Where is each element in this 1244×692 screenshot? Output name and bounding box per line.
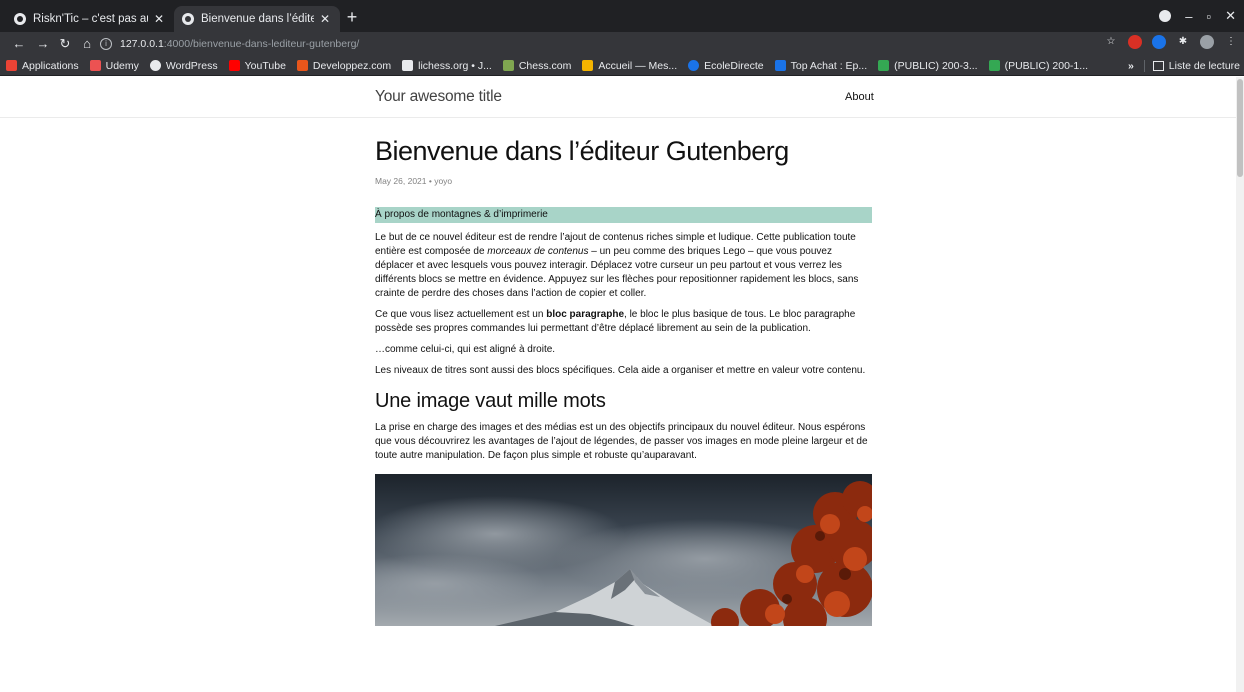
info-icon[interactable]: i — [100, 38, 112, 50]
site-header: Your awesome title About — [0, 77, 1236, 118]
post-article: Bienvenue dans l’éditeur Gutenberg May 2… — [375, 133, 872, 626]
close-icon[interactable]: ✕ — [152, 12, 166, 26]
url-path: :4000/bienvenue-dans-lediteur-gutenberg/ — [163, 38, 360, 50]
bookmark-label: Top Achat : Ep... — [790, 59, 868, 72]
bookmark-public-2[interactable]: (PUBLIC) 200-1... — [988, 59, 1089, 72]
post-meta: May 26, 2021 • yoyo — [375, 176, 453, 186]
tab-search-icon[interactable] — [1159, 10, 1172, 22]
page-scrollbar[interactable] — [1236, 77, 1244, 692]
menu-icon[interactable]: ⋮ — [1224, 35, 1238, 49]
new-tab-button[interactable]: + — [342, 7, 362, 27]
paragraph-text: Ce que vous lisez actuellement est un — [375, 309, 547, 320]
tab-title: Riskn'Tic – c'est pas autom — [33, 13, 148, 25]
bookmark-accueil[interactable]: Accueil — Mes... — [582, 60, 677, 72]
bookmark-label: Developpez.com — [312, 59, 392, 72]
puzzle-icon[interactable]: ✱ — [1176, 35, 1190, 49]
etu-icon — [582, 60, 594, 71]
bookmark-label: YouTube — [244, 59, 286, 72]
maximize-icon[interactable]: ▫ — [1206, 9, 1211, 24]
bookmark-label: Applications — [22, 59, 79, 72]
browser-toolbar: ← → ↻ ⌂ i 127.0.0.1:4000/bienvenue-dans-… — [0, 32, 1244, 56]
youtube-icon — [228, 60, 240, 71]
reload-icon[interactable]: ↻ — [56, 35, 74, 53]
paragraph-images: La prise en charge des images et des méd… — [375, 422, 868, 461]
bookmark-label: Accueil — Mes... — [598, 59, 678, 72]
close-icon[interactable]: ✕ — [318, 12, 332, 26]
back-icon[interactable]: ← — [10, 35, 28, 53]
bookmark-udemy[interactable]: Udemy — [89, 59, 139, 72]
tab-risknttic[interactable]: Riskn'Tic – c'est pas autom ✕ — [6, 6, 174, 32]
star-icon[interactable]: ☆ — [1104, 35, 1118, 49]
bookmark-label: lichess.org • J... — [418, 59, 492, 72]
chess-icon — [502, 60, 514, 71]
wordpress-icon — [149, 60, 161, 71]
developpez-icon — [296, 60, 308, 71]
bookmark-applications[interactable]: Applications — [6, 60, 79, 72]
nav-about-link[interactable]: About — [845, 91, 874, 103]
bookmark-label: Chess.com — [518, 59, 572, 72]
mountain-image-graphic — [375, 474, 872, 626]
bookmark-youtube[interactable]: YouTube — [228, 59, 286, 72]
tab-title: Bienvenue dans l’éditeur — [201, 13, 314, 25]
divider — [1143, 60, 1145, 72]
ecoledirecte-icon — [688, 60, 700, 71]
bookmark-ecoledirecte[interactable]: EcoleDirecte — [688, 60, 764, 72]
site-title-link[interactable]: Your awesome title — [375, 88, 502, 106]
lichess-icon — [402, 60, 414, 71]
bookmark-developpez[interactable]: Developpez.com — [296, 59, 392, 72]
bookmark-lichess[interactable]: lichess.org • J... — [402, 60, 492, 72]
section-heading: Une image vaut mille mots — [375, 390, 606, 412]
bookmarks-right: » Liste de lecture — [1128, 56, 1240, 76]
reading-list-button[interactable]: Liste de lecture — [1169, 60, 1240, 72]
bookmark-label: WordPress — [165, 59, 218, 72]
browser-tabstrip: Riskn'Tic – c'est pas autom ✕ Bienvenue … — [0, 0, 1244, 32]
bookmark-public-1[interactable]: (PUBLIC) 200-3... — [878, 59, 978, 72]
apps-icon — [6, 60, 17, 71]
paragraph-bloc: Ce que vous lisez actuellement est un bl… — [375, 308, 872, 336]
more-bookmarks-button[interactable]: » — [1128, 60, 1134, 72]
bookmarks-bar: Applications Udemy WordPress YouTube Dev… — [0, 56, 1244, 76]
reading-list-icon — [1152, 61, 1164, 71]
emphasis-text: morceaux de contenus — [487, 246, 589, 257]
minimize-icon[interactable]: – — [1185, 9, 1192, 24]
bold-text: bloc paragraphe — [546, 309, 625, 320]
globe-icon — [182, 13, 194, 25]
bookmark-label: EcoleDirecte — [704, 59, 764, 72]
paragraph-intro: Le but de ce nouvel éditeur est de rendr… — [375, 231, 872, 301]
extensions-area: ☆ ✱ ⋮ — [1104, 35, 1238, 49]
bookmark-chess[interactable]: Chess.com — [502, 59, 572, 72]
drive-icon — [878, 60, 890, 71]
scrollbar-thumb[interactable] — [1237, 79, 1243, 177]
tab-bienvenue[interactable]: Bienvenue dans l’éditeur ✕ — [174, 6, 340, 32]
mountain-image — [375, 474, 872, 626]
highlight-paragraph: À propos de montagnes & d’imprimerie — [375, 207, 872, 223]
home-icon[interactable]: ⌂ — [78, 35, 96, 53]
bookmark-wordpress[interactable]: WordPress — [149, 59, 218, 72]
paragraph-titles: Les niveaux de titres sont aussi des blo… — [375, 365, 866, 376]
close-window-icon[interactable]: ✕ — [1225, 8, 1236, 24]
avatar[interactable] — [1200, 35, 1214, 49]
bookmark-topachat[interactable]: Top Achat : Ep... — [774, 59, 868, 72]
bookmark-label: (PUBLIC) 200-3... — [894, 59, 978, 72]
address-bar[interactable]: i 127.0.0.1:4000/bienvenue-dans-lediteur… — [100, 34, 1220, 54]
bookmark-label: (PUBLIC) 200-1... — [1004, 59, 1089, 72]
bookmark-label: Udemy — [105, 59, 139, 72]
window-controls: – ▫ ✕ — [1159, 8, 1236, 24]
paragraph-aligned: …comme celui-ci, qui est aligné à droite… — [375, 344, 556, 355]
url-host: 127.0.0.1 — [120, 38, 164, 50]
adblock-icon[interactable] — [1128, 35, 1142, 49]
page-viewport: Your awesome title About Bienvenue dans … — [0, 77, 1244, 692]
udemy-icon — [89, 60, 101, 71]
forward-icon[interactable]: → — [34, 35, 52, 53]
extension-icon[interactable] — [1152, 35, 1166, 49]
globe-icon — [14, 13, 26, 25]
drive-icon — [988, 60, 1000, 71]
topachat-icon — [774, 60, 786, 71]
post-title: Bienvenue dans l’éditeur Gutenberg — [375, 136, 789, 166]
